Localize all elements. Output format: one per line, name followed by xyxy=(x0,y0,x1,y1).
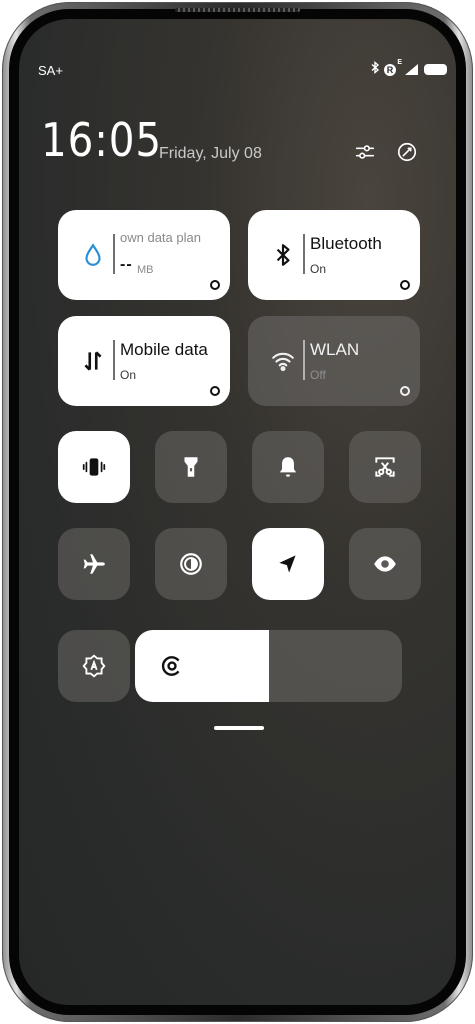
tile-more-dot[interactable] xyxy=(210,386,220,396)
ringer-toggle[interactable] xyxy=(252,431,324,503)
wifi-icon xyxy=(266,344,300,378)
mobile-data-title: Mobile data xyxy=(120,340,208,359)
speaker-grille xyxy=(175,8,300,12)
data-plan-title: own data plan xyxy=(120,230,201,245)
water-drop-icon xyxy=(76,238,110,272)
wlan-status: Off xyxy=(310,368,326,382)
tile-divider xyxy=(303,234,305,274)
bluetooth-tile[interactable]: Bluetooth On xyxy=(248,210,420,300)
scissors-icon xyxy=(375,457,395,477)
roaming-icon: RE xyxy=(384,59,402,76)
mobile-data-tile[interactable]: Mobile data On xyxy=(58,316,230,406)
mobile-data-status: On xyxy=(120,368,137,382)
mobile-data-arrows-icon xyxy=(76,344,110,378)
auto-brightness-toggle[interactable] xyxy=(58,630,130,702)
tile-divider xyxy=(303,340,305,380)
clock-time: 16:05 xyxy=(41,113,163,167)
signal-icon xyxy=(405,64,418,75)
bluetooth-icon xyxy=(266,238,300,272)
vibrate-toggle[interactable] xyxy=(58,431,130,503)
auto-brightness-icon xyxy=(82,654,106,678)
panel-drag-handle[interactable] xyxy=(214,726,264,730)
tile-more-dot[interactable] xyxy=(210,280,220,290)
flashlight-toggle[interactable] xyxy=(155,431,227,503)
wlan-title: WLAN xyxy=(310,340,360,359)
wlan-tile[interactable]: WLAN Off xyxy=(248,316,420,406)
screenshot-toggle[interactable] xyxy=(349,431,421,503)
bluetooth-icon xyxy=(371,61,380,78)
brightness-slider[interactable] xyxy=(135,630,402,702)
location-arrow-icon xyxy=(279,555,296,573)
data-plan-tile[interactable]: own data plan -- MB xyxy=(58,210,230,300)
airplane-toggle[interactable] xyxy=(58,528,130,600)
flashlight-icon xyxy=(184,457,198,477)
location-toggle[interactable] xyxy=(252,528,324,600)
vibrate-icon xyxy=(82,458,106,476)
bell-icon xyxy=(279,457,297,477)
contrast-icon xyxy=(180,553,202,575)
status-icons: RE xyxy=(371,59,447,78)
clock-date: Friday, July 08 xyxy=(159,145,262,162)
eye-icon xyxy=(374,556,396,572)
settings-sliders-icon[interactable] xyxy=(352,139,378,165)
bluetooth-status: On xyxy=(310,262,327,276)
brightness-icon xyxy=(161,656,180,676)
airplane-icon xyxy=(83,554,105,574)
battery-icon xyxy=(424,64,447,75)
dark-mode-toggle[interactable] xyxy=(155,528,227,600)
data-plan-value: -- xyxy=(120,256,133,273)
edit-icon[interactable] xyxy=(394,139,420,165)
tile-divider xyxy=(113,340,115,380)
tile-divider xyxy=(113,234,115,274)
carrier-label: SA+ xyxy=(38,63,63,78)
bluetooth-title: Bluetooth xyxy=(310,234,382,253)
brightness-slider-fill xyxy=(135,630,269,702)
tile-more-dot[interactable] xyxy=(400,280,410,290)
reading-mode-toggle[interactable] xyxy=(349,528,421,600)
data-plan-unit: MB xyxy=(137,264,154,276)
tile-more-dot[interactable] xyxy=(400,386,410,396)
